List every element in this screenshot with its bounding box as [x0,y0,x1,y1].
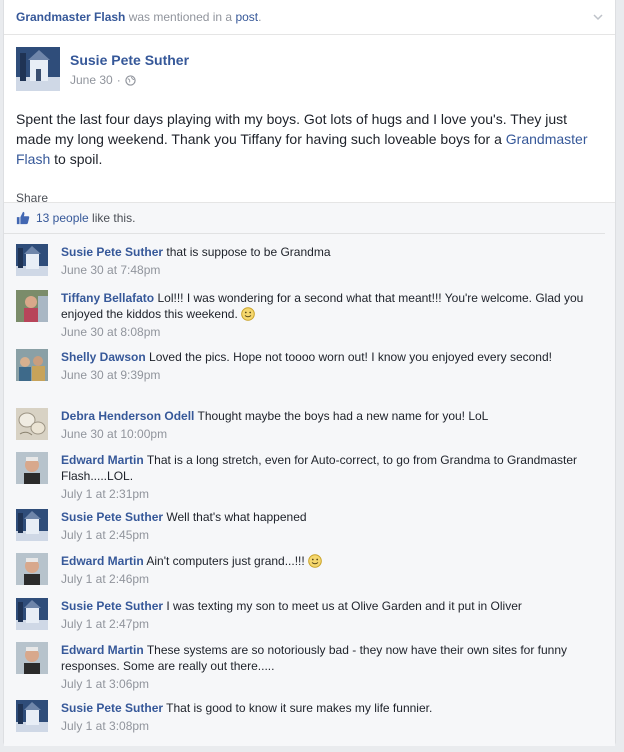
comment-body: Edward Martin That is a long stretch, ev… [61,452,596,502]
commenter-name[interactable]: Edward Martin [61,453,144,467]
likes-suffix: like this. [88,211,136,225]
comment-body: Edward Martin These systems are so notor… [61,642,596,692]
comment-item: Shelly Dawson Loved the pics. Hope not t… [16,349,596,383]
comment-time[interactable]: June 30 at 8:08pm [61,324,596,340]
mentioned-page-link[interactable]: Grandmaster Flash [16,10,125,24]
post-date[interactable]: June 30 [70,73,113,87]
comment-body: Debra Henderson Odell Thought maybe the … [61,408,596,442]
comment-time[interactable]: July 1 at 3:08pm [61,718,596,734]
post-text-end: to spoil. [50,151,103,167]
comment-item: Susie Pete Suther That is good to know i… [16,700,596,734]
likes-row: 13 people like this. [4,203,605,234]
commenter-avatar[interactable] [16,700,48,732]
mention-bar: Grandmaster Flash was mentioned in a pos… [4,0,615,35]
comment-item: Tiffany Bellafato Lol!!! I was wondering… [16,290,596,340]
post-meta: June 30 · [70,73,136,87]
comment-text: I was texting my son to meet us at Olive… [166,599,522,613]
commenter-avatar[interactable] [16,408,48,440]
commenter-name[interactable]: Susie Pete Suther [61,701,163,715]
comment-time[interactable]: July 1 at 2:47pm [61,616,596,632]
commenter-name[interactable]: Susie Pete Suther [61,245,163,259]
likes-count[interactable]: 13 people [36,211,89,225]
feedback-section: 13 people like this. Susie Pete Suther t… [4,202,615,746]
comment-time[interactable]: July 1 at 3:06pm [61,676,596,692]
comment-body: Tiffany Bellafato Lol!!! I was wondering… [61,290,596,340]
comment-body: Shelly Dawson Loved the pics. Hope not t… [61,349,596,383]
commenter-avatar[interactable] [16,509,48,541]
post-text: Spent the last four days playing with my… [16,111,568,147]
commenter-name[interactable]: Shelly Dawson [61,350,146,364]
comment-time[interactable]: July 1 at 2:45pm [61,527,596,543]
comment-body: Edward Martin Ain't computers just grand… [61,553,596,587]
comment-time[interactable]: June 30 at 10:00pm [61,426,596,442]
comment-time[interactable]: June 30 at 9:39pm [61,367,596,383]
commenter-avatar[interactable] [16,290,48,322]
comment-body: Susie Pete Suther I was texting my son t… [61,598,596,632]
commenter-name[interactable]: Edward Martin [61,554,144,568]
comment-item: Susie Pete Suther I was texting my son t… [16,598,596,632]
comment-text: That is good to know it sure makes my li… [166,701,433,715]
comment-item: Debra Henderson Odell Thought maybe the … [16,408,596,442]
mention-text: was mentioned in a [125,10,236,24]
commenter-name[interactable]: Debra Henderson Odell [61,409,194,423]
post-author[interactable]: Susie Pete Suther [70,52,189,68]
commenter-name[interactable]: Susie Pete Suther [61,599,163,613]
comment-body: Susie Pete Suther Well that's what happe… [61,509,596,543]
comment-item: Susie Pete Suther that is suppose to be … [16,244,596,278]
comment-text: Well that's what happened [166,510,307,524]
smiley-icon [307,554,322,568]
chevron-down-icon[interactable] [593,12,603,22]
comment-text: Thought maybe the boys had a new name fo… [197,409,489,423]
globe-icon [125,74,136,86]
meta-separator: · [116,73,121,87]
commenter-avatar[interactable] [16,452,48,484]
commenter-avatar[interactable] [16,553,48,585]
comment-item: Susie Pete Suther Well that's what happe… [16,509,596,543]
author-avatar[interactable] [16,47,60,91]
post-card: Grandmaster Flash was mentioned in a pos… [3,0,616,746]
comment-body: Susie Pete Suther that is suppose to be … [61,244,596,278]
commenter-avatar[interactable] [16,349,48,381]
post-body: Spent the last four days playing with my… [4,97,615,169]
commenter-avatar[interactable] [16,642,48,674]
mention-period: . [258,10,262,24]
commenter-name[interactable]: Susie Pete Suther [61,510,163,524]
comment-body: Susie Pete Suther That is good to know i… [61,700,596,734]
comment-time[interactable]: July 1 at 2:31pm [61,486,596,502]
commenter-name[interactable]: Tiffany Bellafato [61,291,154,305]
smiley-icon [240,307,255,321]
comment-time[interactable]: July 1 at 2:46pm [61,571,596,587]
commenter-avatar[interactable] [16,244,48,276]
post-header: Susie Pete Suther June 30 · [4,35,615,91]
comment-text: Ain't computers just grand...!!! [146,554,305,568]
thumbs-up-icon [16,211,30,225]
comment-item: Edward Martin That is a long stretch, ev… [16,452,596,502]
comment-item: Edward Martin Ain't computers just grand… [16,553,596,587]
commenter-name[interactable]: Edward Martin [61,643,144,657]
comment-text: that is suppose to be Grandma [166,245,331,259]
comment-text: Loved the pics. Hope not toooo worn out!… [149,350,552,364]
comment-item: Edward Martin These systems are so notor… [16,642,596,692]
comment-time[interactable]: June 30 at 7:48pm [61,262,596,278]
post-link[interactable]: post [235,10,258,24]
commenter-avatar[interactable] [16,598,48,630]
